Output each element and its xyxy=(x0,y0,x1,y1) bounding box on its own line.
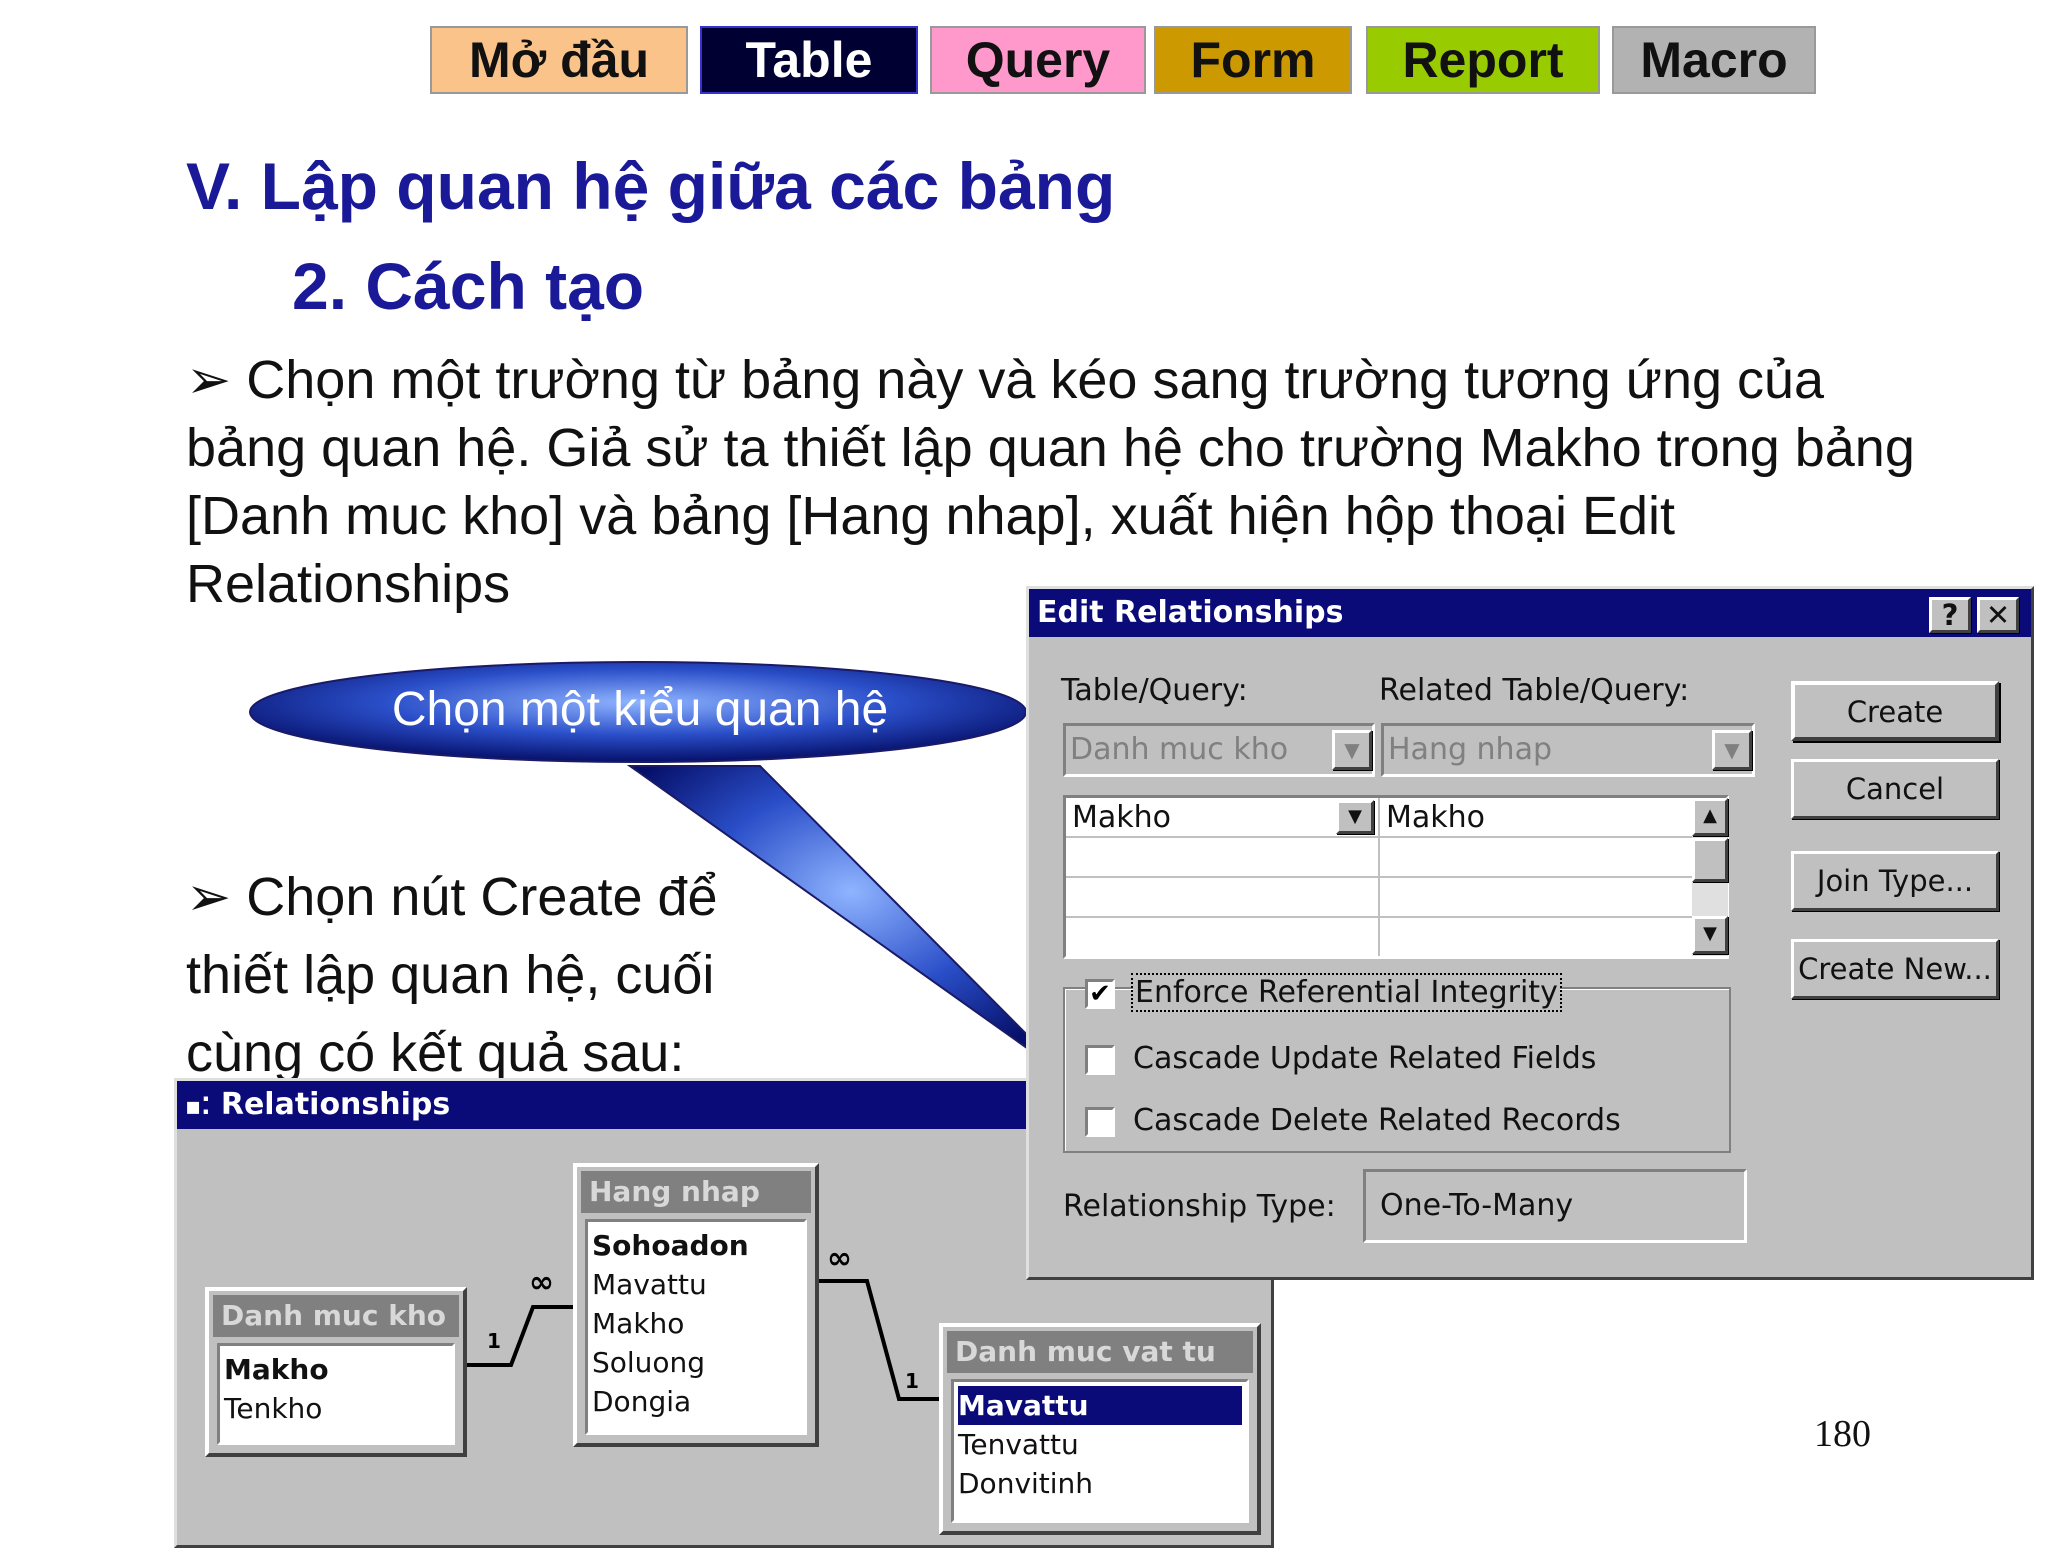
relationship-type-value: One-To-Many xyxy=(1380,1188,1574,1223)
scroll-down-icon[interactable]: ▼ xyxy=(1692,916,1728,954)
cascade-update-label[interactable]: Cascade Update Related Fields xyxy=(1133,1041,1596,1076)
chevron-down-icon[interactable]: ▼ xyxy=(1712,730,1752,770)
bullet-1-line-1: Chọn một trường từ bảng này và kéo sang … xyxy=(246,350,1825,410)
relation-line-kho xyxy=(467,1305,573,1367)
cascade-delete-label[interactable]: Cascade Delete Related Records xyxy=(1133,1103,1621,1138)
cardinality-many: ∞ xyxy=(529,1265,554,1300)
enforce-label[interactable]: Enforce Referential Integrity xyxy=(1131,973,1562,1012)
bullet-arrow-icon: ➢ xyxy=(186,865,232,928)
dialog-title: Edit Relationships xyxy=(1037,595,1344,630)
edit-relationships-dialog: Edit Relationships ? ✕ Table/Query: Rela… xyxy=(1026,586,2034,1280)
relation-line-vattu xyxy=(819,1279,939,1401)
bullet-1-line-2: bảng quan hệ. Giả sử ta thiết lập quan h… xyxy=(186,418,1915,478)
bullet-1: ➢ Chọn một trường từ bảng này và kéo san… xyxy=(186,346,1915,618)
bullet-1-line-3: [Danh muc kho] và bảng [Hang nhap], xuất… xyxy=(186,486,1676,546)
related-table-combo[interactable]: Hang nhap ▼ xyxy=(1381,723,1755,777)
callout-text: Chọn một kiểu quan hệ xyxy=(391,683,889,736)
create-button[interactable]: Create xyxy=(1791,681,1999,741)
cardinality-one: 1 xyxy=(905,1369,919,1393)
page-number: 180 xyxy=(1814,1413,1871,1455)
cascade-update-checkbox[interactable] xyxy=(1085,1045,1115,1075)
cancel-button[interactable]: Cancel xyxy=(1791,759,1999,819)
cardinality-many: ∞ xyxy=(827,1241,852,1276)
scroll-up-icon[interactable]: ▲ xyxy=(1692,798,1728,836)
chevron-down-icon[interactable]: ▼ xyxy=(1336,800,1374,834)
relationship-type-value-box: One-To-Many xyxy=(1363,1169,1747,1243)
slide-subheading: 2. Cách tạo xyxy=(292,249,645,323)
dialog-titlebar: Edit Relationships xyxy=(1029,589,2031,637)
field-grid[interactable]: Makho ▼ Makho ▲ ▼ xyxy=(1063,795,1729,959)
help-button[interactable]: ? xyxy=(1929,597,1971,633)
table-query-label: Table/Query: xyxy=(1061,673,1248,708)
slide-heading: V. Lập quan hệ giữa các bảng xyxy=(186,149,1116,223)
related-table-value: Hang nhap xyxy=(1388,732,1552,767)
tab-macro[interactable]: Macro xyxy=(1612,26,1816,94)
grid-scrollbar[interactable]: ▲ ▼ xyxy=(1692,798,1728,956)
close-button[interactable]: ✕ xyxy=(1977,597,2019,633)
tab-query[interactable]: Query xyxy=(930,26,1146,94)
related-table-label: Related Table/Query: xyxy=(1379,673,1690,708)
relationship-type-label: Relationship Type: xyxy=(1063,1189,1336,1224)
join-type-button[interactable]: Join Type... xyxy=(1791,851,1999,911)
create-new-button[interactable]: Create New... xyxy=(1791,939,1999,999)
tab-table[interactable]: Table xyxy=(700,26,918,94)
grid-left-field[interactable]: Makho xyxy=(1072,800,1171,835)
chevron-down-icon[interactable]: ▼ xyxy=(1332,730,1372,770)
tab-form[interactable]: Form xyxy=(1154,26,1352,94)
cardinality-one: 1 xyxy=(487,1329,501,1353)
scroll-thumb[interactable] xyxy=(1692,838,1728,882)
enforce-checkbox[interactable]: ✔ xyxy=(1085,979,1115,1009)
tab-report[interactable]: Report xyxy=(1366,26,1600,94)
cascade-delete-checkbox[interactable] xyxy=(1085,1107,1115,1137)
grid-right-field[interactable]: Makho xyxy=(1386,800,1485,835)
tab-mo-dau[interactable]: Mở đầu xyxy=(430,26,688,94)
table-query-combo[interactable]: Danh muc kho ▼ xyxy=(1063,723,1375,777)
bullet-arrow-icon: ➢ xyxy=(186,348,232,411)
table-query-value: Danh muc kho xyxy=(1070,732,1289,767)
